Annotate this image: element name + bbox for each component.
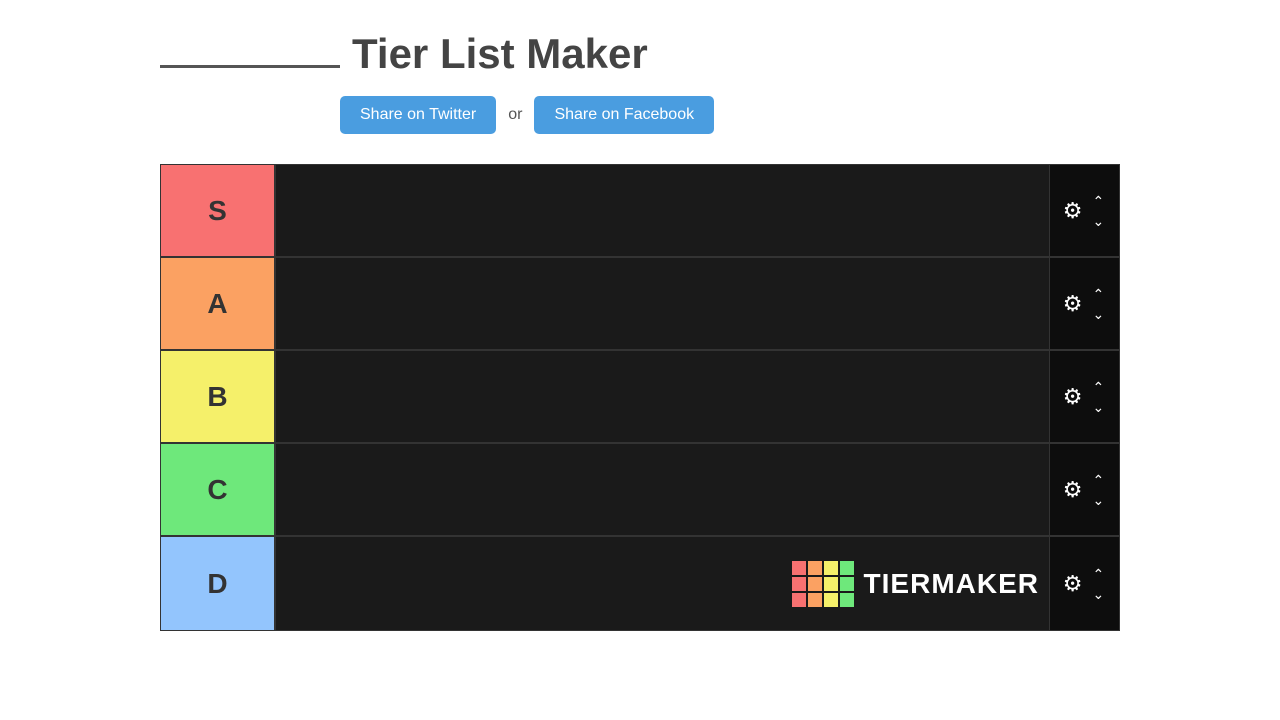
tier-controls-d: ⚙ ⌃ ⌄ (1049, 537, 1119, 630)
logo-cell (792, 561, 806, 575)
tier-controls-b: ⚙ ⌃ ⌄ (1049, 351, 1119, 442)
tier-label-b: B (161, 351, 276, 442)
logo-cell (792, 577, 806, 591)
or-label: or (508, 106, 522, 124)
tier-controls-s: ⚙ ⌃ ⌄ (1049, 165, 1119, 256)
gear-button-c[interactable]: ⚙ (1061, 475, 1085, 505)
tier-controls-c: ⚙ ⌃ ⌄ (1049, 444, 1119, 535)
tier-label-s: S (161, 165, 276, 256)
arrows-d: ⌃ ⌄ (1089, 565, 1109, 603)
arrow-down-s[interactable]: ⌄ (1089, 212, 1109, 230)
logo-cell (840, 577, 854, 591)
logo-cell (840, 561, 854, 575)
arrow-up-b[interactable]: ⌃ (1089, 378, 1109, 396)
tier-list: S ⚙ ⌃ ⌄ A ⚙ ⌃ ⌄ B ⚙ ⌃ ⌄ (160, 164, 1120, 631)
arrow-down-b[interactable]: ⌄ (1089, 398, 1109, 416)
gear-button-b[interactable]: ⚙ (1061, 382, 1085, 412)
tiermaker-logo: TiERMAkER (792, 561, 1039, 607)
logo-cell (824, 593, 838, 607)
tier-row-c: C ⚙ ⌃ ⌄ (161, 444, 1119, 537)
arrow-down-c[interactable]: ⌄ (1089, 491, 1109, 509)
arrow-up-d[interactable]: ⌃ (1089, 565, 1109, 583)
tier-content-a[interactable] (276, 258, 1049, 349)
tier-row-b: B ⚙ ⌃ ⌄ (161, 351, 1119, 444)
share-facebook-button[interactable]: Share on Facebook (534, 96, 714, 134)
tier-content-s[interactable] (276, 165, 1049, 256)
tier-content-c[interactable] (276, 444, 1049, 535)
arrow-down-a[interactable]: ⌄ (1089, 305, 1109, 323)
arrows-c: ⌃ ⌄ (1089, 471, 1109, 509)
logo-cell (840, 593, 854, 607)
logo-cell (824, 561, 838, 575)
page-title: Tier List Maker (352, 30, 648, 78)
arrow-up-c[interactable]: ⌃ (1089, 471, 1109, 489)
arrows-b: ⌃ ⌄ (1089, 378, 1109, 416)
tier-label-d: D (161, 537, 276, 630)
tier-row-d: D (161, 537, 1119, 630)
tier-row-s: S ⚙ ⌃ ⌄ (161, 165, 1119, 258)
gear-button-d[interactable]: ⚙ (1061, 569, 1085, 599)
tiermaker-logo-text: TiERMAkER (864, 568, 1039, 600)
arrows-a: ⌃ ⌄ (1089, 285, 1109, 323)
arrow-down-d[interactable]: ⌄ (1089, 585, 1109, 603)
tier-content-d[interactable]: TiERMAkER (276, 537, 1049, 630)
gear-button-s[interactable]: ⚙ (1061, 196, 1085, 226)
logo-cell (824, 577, 838, 591)
title-row: Tier List Maker (160, 30, 1280, 78)
tier-content-b[interactable] (276, 351, 1049, 442)
arrows-s: ⌃ ⌄ (1089, 192, 1109, 230)
logo-cell (808, 577, 822, 591)
gear-button-a[interactable]: ⚙ (1061, 289, 1085, 319)
arrow-up-s[interactable]: ⌃ (1089, 192, 1109, 210)
logo-cell (808, 561, 822, 575)
header-area: Tier List Maker Share on Twitter or Shar… (0, 0, 1280, 154)
logo-cell (792, 593, 806, 607)
tier-label-c: C (161, 444, 276, 535)
logo-cell (808, 593, 822, 607)
tier-label-a: A (161, 258, 276, 349)
logo-grid-icon (792, 561, 854, 607)
share-row: Share on Twitter or Share on Facebook (160, 96, 1280, 134)
tier-controls-a: ⚙ ⌃ ⌄ (1049, 258, 1119, 349)
share-twitter-button[interactable]: Share on Twitter (340, 96, 496, 134)
title-underline (160, 65, 340, 68)
arrow-up-a[interactable]: ⌃ (1089, 285, 1109, 303)
tier-row-a: A ⚙ ⌃ ⌄ (161, 258, 1119, 351)
